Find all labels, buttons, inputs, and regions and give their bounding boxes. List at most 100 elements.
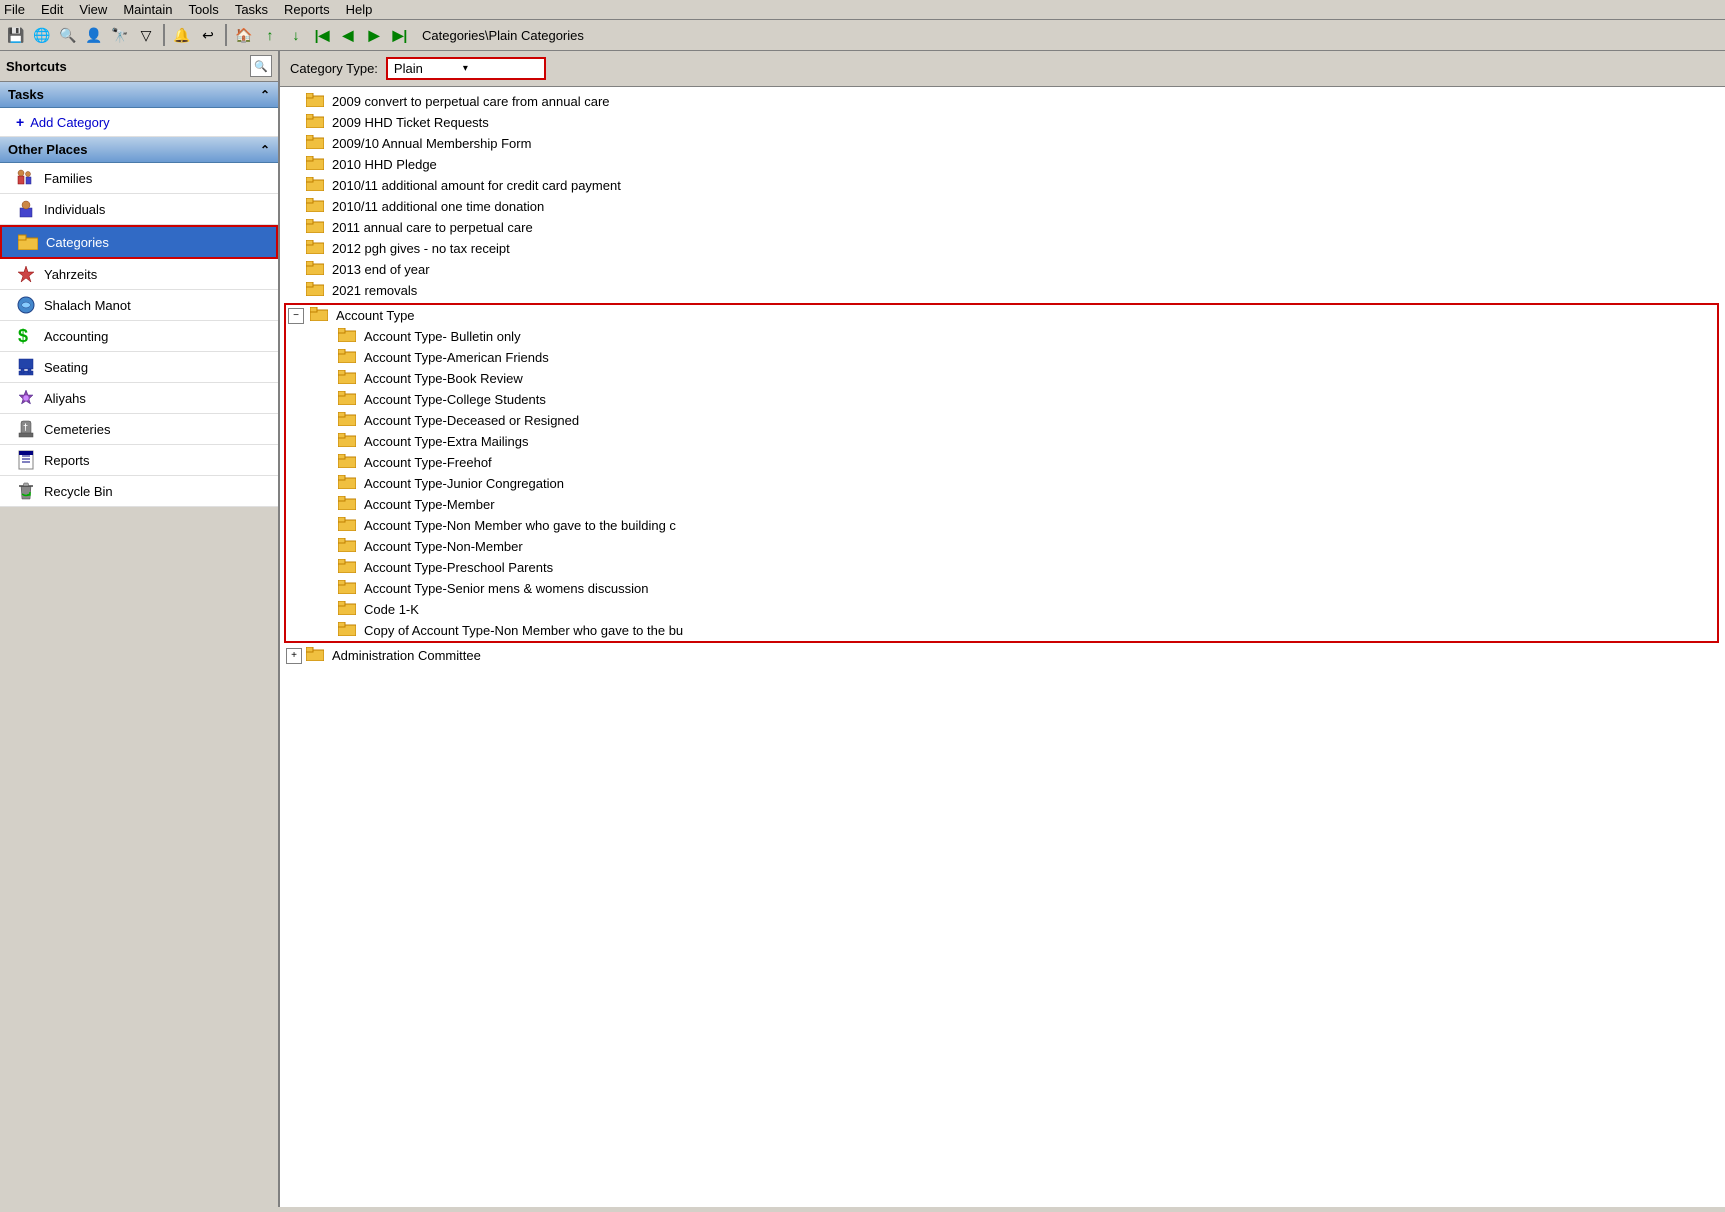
tree-item[interactable]: 2010/11 additional one time donation: [284, 196, 1721, 217]
tree-item[interactable]: 2009 HHD Ticket Requests: [284, 112, 1721, 133]
account-type-child-item[interactable]: Account Type-College Students: [286, 389, 1717, 410]
tree-item[interactable]: 2021 removals: [284, 280, 1721, 301]
account-type-parent[interactable]: − Account Type: [286, 305, 1717, 326]
account-type-child-item[interactable]: Account Type-Deceased or Resigned: [286, 410, 1717, 431]
account-type-child-label: Account Type-Deceased or Resigned: [364, 413, 579, 428]
account-type-child-label: Account Type-Junior Congregation: [364, 476, 564, 491]
menu-reports[interactable]: Reports: [284, 2, 330, 17]
expand-icon-bottom[interactable]: +: [286, 648, 302, 664]
next-button[interactable]: ▶: [362, 23, 386, 47]
folder-icon: [306, 198, 324, 215]
shalach-manot-icon: [16, 295, 36, 315]
other-places-label: Other Places: [8, 142, 88, 157]
sidebar-item-individuals[interactable]: Individuals: [0, 194, 278, 225]
sidebar-item-yahrzeits[interactable]: Yahrzeits: [0, 259, 278, 290]
undo-button[interactable]: ↩: [196, 23, 220, 47]
families-label: Families: [44, 171, 92, 186]
arrow-down-button[interactable]: ↓: [284, 23, 308, 47]
sidebar-search-button[interactable]: 🔍: [250, 55, 272, 77]
account-type-child-item[interactable]: Account Type-Preschool Parents: [286, 557, 1717, 578]
folder-icon: [306, 114, 324, 131]
tree-item[interactable]: 2010 HHD Pledge: [284, 154, 1721, 175]
shalach-manot-label: Shalach Manot: [44, 298, 131, 313]
menu-maintain[interactable]: Maintain: [123, 2, 172, 17]
tasks-section-header[interactable]: Tasks ⌃: [0, 82, 278, 108]
sidebar-item-recycle-bin[interactable]: Recycle Bin: [0, 476, 278, 507]
tree-item[interactable]: 2009/10 Annual Membership Form: [284, 133, 1721, 154]
account-type-child-item[interactable]: Account Type-Member: [286, 494, 1717, 515]
other-places-section-header[interactable]: Other Places ⌃: [0, 137, 278, 163]
aliyahs-label: Aliyahs: [44, 391, 86, 406]
folder-icon-child: [338, 454, 356, 471]
menu-help[interactable]: Help: [346, 2, 373, 17]
sidebar-item-families[interactable]: Families: [0, 163, 278, 194]
save-button[interactable]: 💾: [4, 23, 28, 47]
sidebar-item-aliyahs[interactable]: Aliyahs: [0, 383, 278, 414]
folder-icon-child: [338, 622, 356, 639]
categories-icon: [18, 232, 38, 252]
tree-container[interactable]: 2009 convert to perpetual care from annu…: [280, 87, 1725, 1207]
menu-edit[interactable]: Edit: [41, 2, 63, 17]
account-type-child-item[interactable]: Copy of Account Type-Non Member who gave…: [286, 620, 1717, 641]
account-type-child-item[interactable]: Account Type- Bulletin only: [286, 326, 1717, 347]
folder-icon-child: [338, 370, 356, 387]
prev-button[interactable]: ◀: [336, 23, 360, 47]
binoculars-button[interactable]: 🔭: [108, 23, 132, 47]
top-tree-items: 2009 convert to perpetual care from annu…: [284, 91, 1721, 301]
account-type-child-item[interactable]: Account Type-Extra Mailings: [286, 431, 1717, 452]
account-type-child-label: Account Type-Member: [364, 497, 495, 512]
tree-item[interactable]: 2012 pgh gives - no tax receipt: [284, 238, 1721, 259]
folder-icon-child: [338, 517, 356, 534]
bell-button[interactable]: 🔔: [170, 23, 194, 47]
menu-file[interactable]: File: [4, 2, 25, 17]
search-button[interactable]: 🔍: [56, 23, 80, 47]
other-places-collapse-icon: ⌃: [260, 143, 270, 157]
account-type-child-item[interactable]: Account Type-Book Review: [286, 368, 1717, 389]
filter-button[interactable]: ▽: [134, 23, 158, 47]
folder-icon: [306, 156, 324, 173]
account-type-child-item[interactable]: Account Type-Non-Member: [286, 536, 1717, 557]
expand-icon[interactable]: −: [288, 308, 304, 324]
account-type-child-item[interactable]: Account Type-Non Member who gave to the …: [286, 515, 1717, 536]
account-type-child-label: Account Type-Freehof: [364, 455, 492, 470]
account-type-child-item[interactable]: Account Type-Freehof: [286, 452, 1717, 473]
menu-tasks[interactable]: Tasks: [235, 2, 268, 17]
tree-item-label: 2012 pgh gives - no tax receipt: [332, 241, 510, 256]
account-type-child-item[interactable]: Account Type-American Friends: [286, 347, 1717, 368]
folder-icon: [306, 93, 324, 110]
account-type-child-label: Account Type-American Friends: [364, 350, 549, 365]
recycle-bin-icon: [16, 481, 36, 501]
tree-item[interactable]: 2010/11 additional amount for credit car…: [284, 175, 1721, 196]
sidebar-item-cemeteries[interactable]: † Cemeteries: [0, 414, 278, 445]
tree-item-label: 2010 HHD Pledge: [332, 157, 437, 172]
account-type-child-item[interactable]: Account Type-Junior Congregation: [286, 473, 1717, 494]
bottom-tree-item[interactable]: + Administration Committee: [284, 645, 1721, 666]
account-type-child-label: Account Type-College Students: [364, 392, 546, 407]
first-button[interactable]: |◀: [310, 23, 334, 47]
tree-item[interactable]: 2013 end of year: [284, 259, 1721, 280]
sidebar-item-shalach-manot[interactable]: Shalach Manot: [0, 290, 278, 321]
arrow-up-button[interactable]: ↑: [258, 23, 282, 47]
add-category-item[interactable]: + Add Category: [0, 108, 278, 137]
person-button[interactable]: 👤: [82, 23, 106, 47]
sidebar-item-accounting[interactable]: $ Accounting: [0, 321, 278, 352]
account-type-child-item[interactable]: Account Type-Senior mens & womens discus…: [286, 578, 1717, 599]
globe-button[interactable]: 🌐: [30, 23, 54, 47]
last-button[interactable]: ▶|: [388, 23, 412, 47]
account-type-child-label: Account Type-Book Review: [364, 371, 523, 386]
bottom-tree-item-label: Administration Committee: [332, 648, 481, 663]
cemeteries-icon: †: [16, 419, 36, 439]
category-type-dropdown[interactable]: Plain ▾: [386, 57, 546, 80]
folder-icon-account-type: [310, 307, 328, 324]
tree-item[interactable]: 2011 annual care to perpetual care: [284, 217, 1721, 238]
account-type-child-item[interactable]: Code 1-K: [286, 599, 1717, 620]
sidebar-item-categories[interactable]: Categories: [0, 225, 278, 259]
home-button[interactable]: 🏠: [232, 23, 256, 47]
sidebar-item-reports[interactable]: Reports: [0, 445, 278, 476]
menu-tools[interactable]: Tools: [188, 2, 218, 17]
tree-item[interactable]: 2009 convert to perpetual care from annu…: [284, 91, 1721, 112]
folder-icon-child: [338, 391, 356, 408]
sidebar-item-seating[interactable]: Seating: [0, 352, 278, 383]
menu-view[interactable]: View: [79, 2, 107, 17]
folder-icon: [306, 219, 324, 236]
